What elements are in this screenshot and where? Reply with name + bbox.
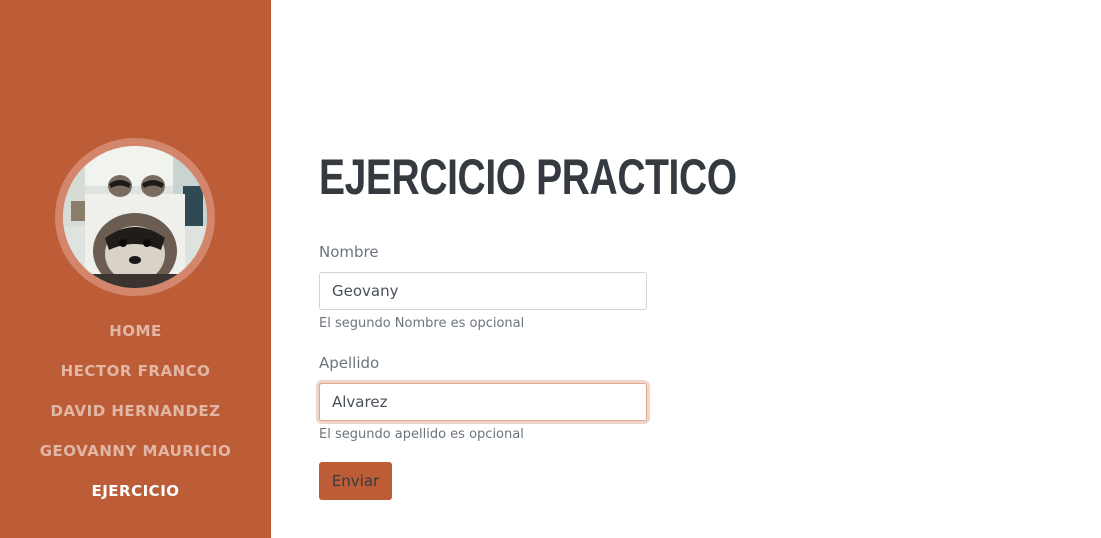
page-title: EJERCICIO PRACTICO (319, 149, 737, 205)
nav-item-david-hernandez[interactable]: DAVID HERNANDEZ (0, 399, 271, 439)
sidebar-nav: HOME HECTOR FRANCO DAVID HERNANDEZ GEOVA… (0, 319, 271, 519)
raccoon-avatar-image (63, 146, 207, 288)
nombre-label: Nombre (319, 243, 379, 261)
apellido-help-text: El segundo apellido es opcional (319, 427, 524, 442)
apellido-label: Apellido (319, 354, 380, 372)
apellido-input[interactable]: Alvarez (319, 383, 647, 421)
sidebar: HOME HECTOR FRANCO DAVID HERNANDEZ GEOVA… (0, 0, 271, 538)
nombre-input[interactable]: Geovany (319, 272, 647, 310)
nav-item-ejercicio[interactable]: EJERCICIO (0, 479, 271, 519)
nav-item-hector-franco[interactable]: HECTOR FRANCO (0, 359, 271, 399)
nav-item-geovanny-mauricio[interactable]: GEOVANNY MAURICIO (0, 439, 271, 479)
avatar (55, 138, 215, 296)
nav-item-home[interactable]: HOME (0, 319, 271, 359)
enviar-button[interactable]: Enviar (319, 462, 392, 500)
nombre-help-text: El segundo Nombre es opcional (319, 316, 525, 331)
